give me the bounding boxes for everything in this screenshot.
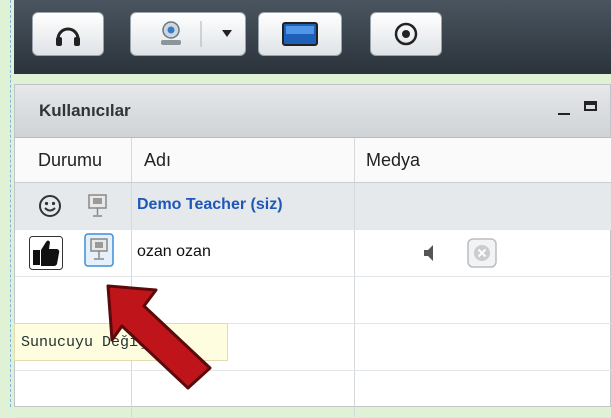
table-row[interactable]: ozan ozan bbox=[15, 230, 611, 277]
status-column-header[interactable]: Durumu bbox=[15, 138, 132, 182]
presenter-icon[interactable] bbox=[84, 233, 114, 267]
chevron-down-icon bbox=[222, 30, 232, 37]
screen-share-button[interactable] bbox=[258, 12, 342, 56]
name-cell: Demo Teacher (siz) bbox=[132, 183, 355, 229]
name-header-label: Adı bbox=[144, 150, 172, 170]
user-name: ozan ozan bbox=[137, 243, 211, 260]
user-name: Demo Teacher (siz) bbox=[137, 196, 283, 213]
headset-icon bbox=[56, 27, 80, 46]
grid-header: Durumu Adı Medya bbox=[15, 138, 611, 183]
panel-title-bar: Kullanıcılar bbox=[15, 85, 610, 138]
speaker-icon bbox=[424, 245, 433, 261]
presenter-icon[interactable] bbox=[87, 193, 109, 219]
media-cell bbox=[355, 183, 611, 229]
mute-button-icon[interactable] bbox=[467, 238, 497, 268]
red-arrow-icon bbox=[106, 284, 212, 390]
media-cell bbox=[355, 230, 611, 276]
media-cell bbox=[355, 371, 611, 417]
status-cell bbox=[15, 230, 132, 276]
thumbs-up-icon[interactable] bbox=[29, 236, 63, 270]
media-column-header[interactable]: Medya bbox=[355, 138, 611, 182]
status-header-label: Durumu bbox=[38, 150, 103, 170]
maximize-icon[interactable] bbox=[584, 101, 597, 111]
media-cell bbox=[355, 277, 611, 323]
smiley-icon bbox=[39, 195, 61, 217]
table-row[interactable]: Demo Teacher (siz) bbox=[15, 183, 611, 230]
media-header-label: Medya bbox=[366, 150, 421, 170]
record-icon bbox=[394, 22, 418, 46]
toolbar bbox=[14, 0, 611, 74]
frame-border bbox=[10, 0, 12, 407]
name-column-header[interactable]: Adı bbox=[132, 138, 355, 182]
media-cell bbox=[355, 324, 611, 370]
record-button[interactable] bbox=[370, 12, 442, 56]
screen-share-icon bbox=[282, 22, 318, 46]
headset-button[interactable] bbox=[32, 12, 104, 56]
name-cell: ozan ozan bbox=[132, 230, 355, 276]
minimize-icon[interactable] bbox=[558, 113, 570, 115]
webcam-dropdown[interactable] bbox=[212, 12, 244, 54]
status-cell bbox=[15, 183, 132, 229]
panel-title: Kullanıcılar bbox=[39, 101, 131, 120]
